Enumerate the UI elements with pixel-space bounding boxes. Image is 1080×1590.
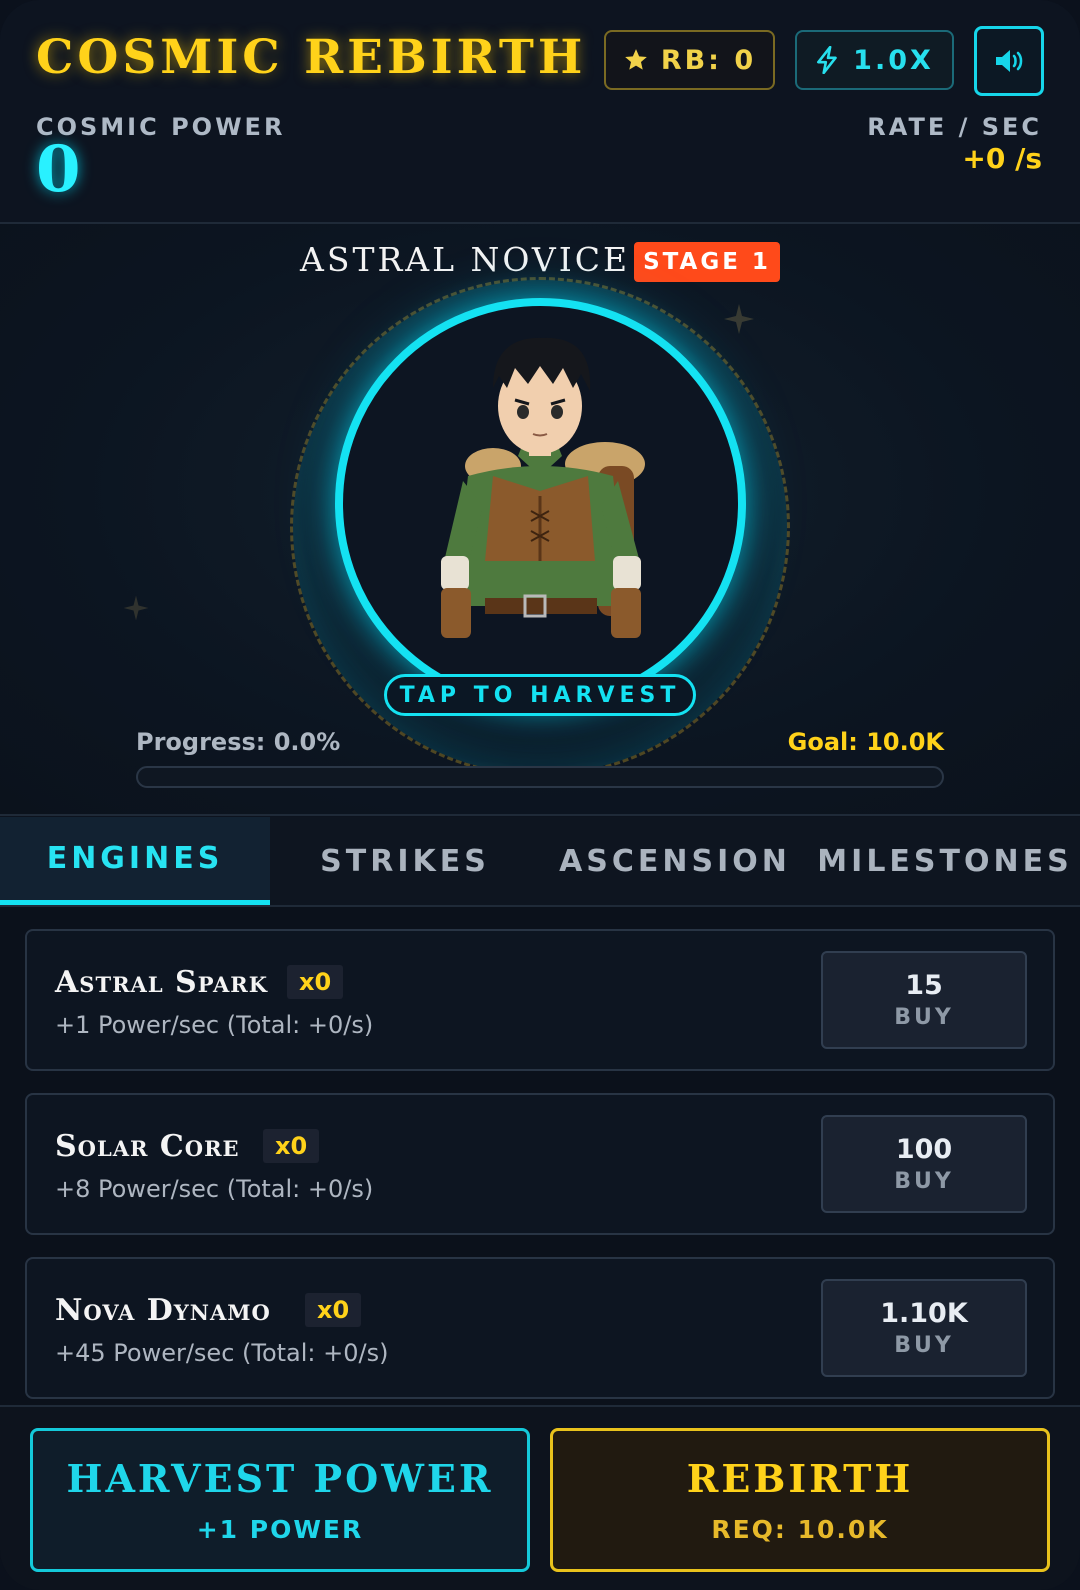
adventurer-character-portrait — [441, 337, 645, 638]
rate-label: RATE / SEC — [867, 113, 1042, 141]
buy-label: BUY — [894, 1333, 954, 1358]
action-bar: HARVEST POWER +1 POWER REBIRTH REQ: 10.0… — [0, 1405, 1080, 1590]
goal-label: Goal: 10.0K — [787, 728, 944, 756]
tap-to-harvest-label[interactable]: TAP TO HARVEST — [384, 674, 696, 716]
rebirth-requirement: REQ: 10.0K — [711, 1515, 889, 1544]
cosmic-power-value: 0 — [36, 132, 81, 207]
tab-engines[interactable]: ENGINES — [0, 817, 270, 905]
star-icon — [624, 49, 647, 70]
engine-name: Nova Dynamo — [55, 1293, 271, 1328]
rebirth-count-text: RB: 0 — [660, 44, 757, 76]
multiplier-text: 1.0X — [853, 44, 934, 76]
rebirth-title: REBIRTH — [686, 1456, 914, 1501]
multiplier-badge: 1.0X — [795, 30, 954, 90]
stage-badge: STAGE 1 — [634, 242, 780, 282]
tab-strikes[interactable]: STRIKES — [270, 817, 540, 905]
rebirth-button[interactable]: REBIRTH REQ: 10.0K — [550, 1428, 1050, 1572]
tab-bar: ENGINES STRIKES ASCENSION MILESTONES — [0, 817, 1080, 907]
speaker-icon — [996, 50, 1023, 72]
game-title: COSMIC REBIRTH — [36, 30, 587, 85]
engine-description: +8 Power/sec (Total: +0/s) — [55, 1175, 374, 1203]
engine-list: Astral Spark x0 +1 Power/sec (Total: +0/… — [0, 907, 1080, 1407]
engine-description: +45 Power/sec (Total: +0/s) — [55, 1339, 389, 1367]
engine-owned-count: x0 — [287, 965, 344, 999]
progress-label: Progress: 0.0% — [136, 728, 341, 756]
game-screen: COSMIC REBIRTH RB: 0 1.0X COSMIC POWER 0… — [0, 0, 1080, 1590]
hero-name: ASTRAL NOVICE — [300, 240, 631, 279]
harvest-power-button[interactable]: HARVEST POWER +1 POWER — [30, 1428, 530, 1572]
sparkle-icon — [123, 595, 149, 621]
tab-milestones[interactable]: MILESTONES — [810, 817, 1080, 905]
harvest-avatar-button[interactable] — [335, 298, 746, 709]
harvest-subtitle: +1 POWER — [196, 1515, 364, 1544]
tab-ascension[interactable]: ASCENSION — [540, 817, 810, 905]
engine-owned-count: x0 — [263, 1129, 320, 1163]
progress-bar — [136, 766, 944, 788]
engine-description: +1 Power/sec (Total: +0/s) — [55, 1011, 374, 1039]
buy-solar-core-button[interactable]: 100 BUY — [821, 1115, 1027, 1213]
harvest-title: HARVEST POWER — [66, 1456, 494, 1501]
engine-card-solar-core: Solar Core x0 +8 Power/sec (Total: +0/s)… — [25, 1093, 1055, 1235]
engine-owned-count: x0 — [305, 1293, 362, 1327]
buy-astral-spark-button[interactable]: 15 BUY — [821, 951, 1027, 1049]
buy-cost: 100 — [895, 1134, 953, 1165]
rate-value: +0 /s — [962, 142, 1042, 175]
buy-label: BUY — [894, 1169, 954, 1194]
buy-cost: 15 — [905, 970, 943, 1001]
buy-cost: 1.10K — [880, 1298, 968, 1329]
lightning-icon — [817, 46, 838, 74]
buy-nova-dynamo-button[interactable]: 1.10K BUY — [821, 1279, 1027, 1377]
sound-toggle-button[interactable] — [974, 26, 1044, 96]
engine-card-astral-spark: Astral Spark x0 +1 Power/sec (Total: +0/… — [25, 929, 1055, 1071]
buy-label: BUY — [894, 1005, 954, 1030]
engine-name: Astral Spark — [55, 965, 268, 1000]
engine-name: Solar Core — [55, 1129, 240, 1164]
rebirth-count-badge: RB: 0 — [604, 30, 775, 90]
engine-card-nova-dynamo: Nova Dynamo x0 +45 Power/sec (Total: +0/… — [25, 1257, 1055, 1399]
header: COSMIC REBIRTH RB: 0 1.0X COSMIC POWER 0… — [0, 0, 1080, 224]
